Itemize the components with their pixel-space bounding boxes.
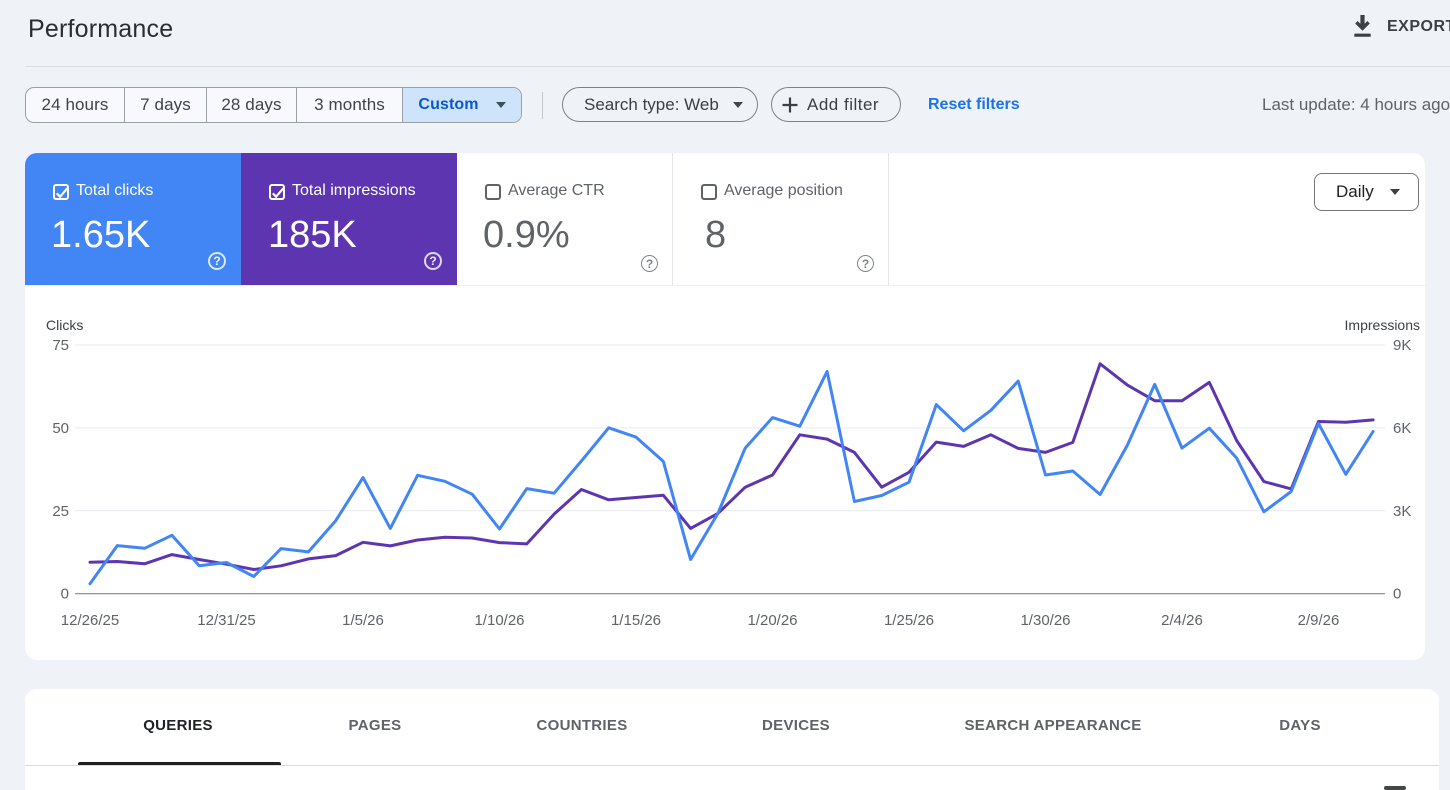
svg-text:25: 25 <box>52 503 69 520</box>
svg-text:6K: 6K <box>1393 420 1411 437</box>
svg-text:2/4/26: 2/4/26 <box>1161 612 1203 629</box>
svg-text:1/30/26: 1/30/26 <box>1020 612 1070 629</box>
svg-text:1/5/26: 1/5/26 <box>342 612 384 629</box>
svg-text:9K: 9K <box>1393 337 1411 354</box>
svg-text:12/31/25: 12/31/25 <box>197 612 255 629</box>
svg-text:Impressions: Impressions <box>1345 317 1420 333</box>
svg-text:1/10/26: 1/10/26 <box>474 612 524 629</box>
svg-text:Clicks: Clicks <box>46 317 83 333</box>
svg-text:3K: 3K <box>1393 503 1411 520</box>
svg-text:0: 0 <box>1393 586 1401 603</box>
svg-text:12/26/25: 12/26/25 <box>61 612 119 629</box>
svg-text:50: 50 <box>52 420 69 437</box>
svg-text:2/9/26: 2/9/26 <box>1298 612 1340 629</box>
svg-text:1/15/26: 1/15/26 <box>611 612 661 629</box>
svg-text:1/20/26: 1/20/26 <box>747 612 797 629</box>
svg-text:0: 0 <box>61 586 69 603</box>
svg-text:75: 75 <box>52 337 69 354</box>
svg-text:1/25/26: 1/25/26 <box>884 612 934 629</box>
